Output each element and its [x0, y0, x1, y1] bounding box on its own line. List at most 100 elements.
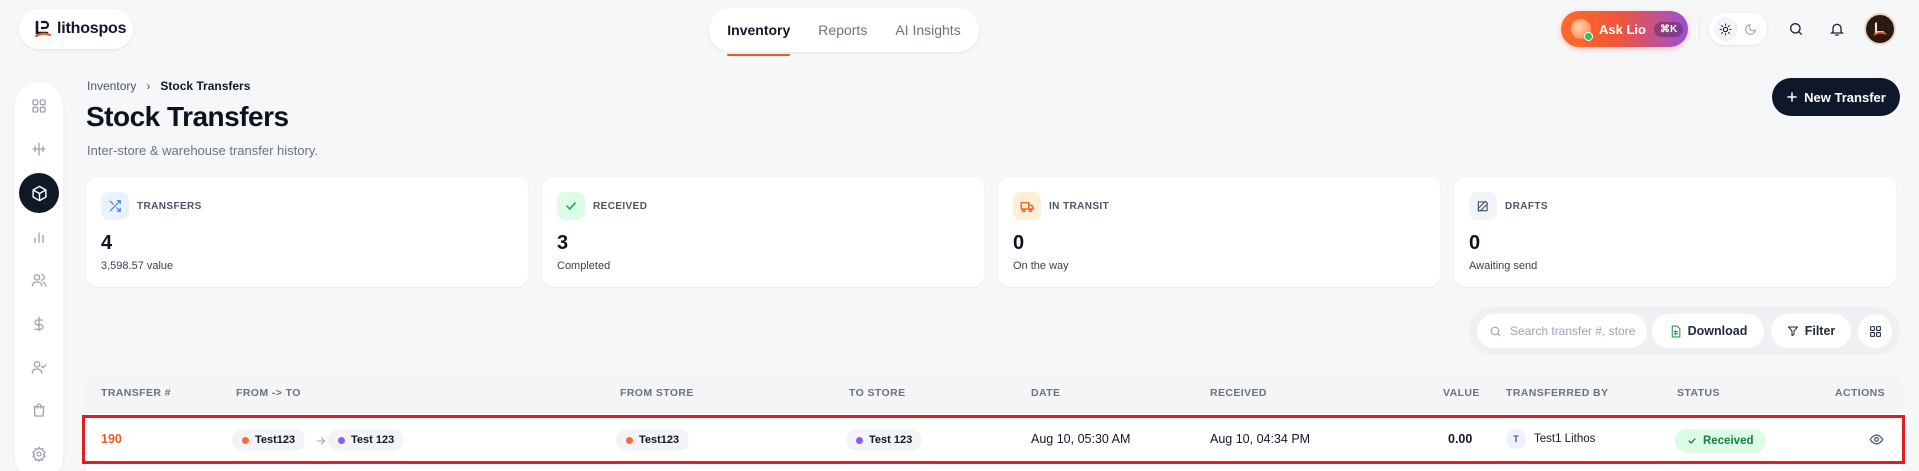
transfer-date: Aug 10, 05:30 AM: [1031, 432, 1131, 446]
stat-label: DRAFTS: [1505, 201, 1548, 212]
filter-button[interactable]: Filter: [1771, 314, 1851, 348]
header-divider: [1699, 18, 1700, 40]
breadcrumb-inventory[interactable]: Inventory: [87, 79, 136, 93]
received-date: Aug 10, 04:34 PM: [1210, 432, 1311, 446]
page-title: Stock Transfers: [86, 101, 289, 132]
status-label: Received: [1703, 435, 1754, 447]
sidebar-item-dashboard[interactable]: [19, 86, 59, 126]
stat-label: RECEIVED: [593, 201, 648, 212]
breadcrumb-current: Stock Transfers: [160, 79, 251, 93]
status-badge: Received: [1675, 429, 1766, 453]
to-store-chip: Test 123: [846, 429, 923, 451]
sidebar-item-inventory[interactable]: [19, 173, 59, 213]
sidebar-item-transfers[interactable]: [19, 129, 59, 169]
stat-icon-box: [1013, 192, 1041, 220]
stat-subtext: Completed: [557, 260, 611, 272]
column-header-transferred-by[interactable]: TRANSFERRED BY: [1506, 387, 1608, 399]
dark-mode-button[interactable]: [1739, 17, 1763, 41]
notifications-button[interactable]: [1825, 17, 1849, 41]
gear-icon: [32, 446, 46, 462]
column-header-from-store[interactable]: FROM STORE: [620, 387, 694, 399]
stat-card-received: RECEIVED 3 Completed: [542, 177, 984, 287]
column-header-from-to[interactable]: FROM -> TO: [236, 387, 301, 399]
lithospos-logo-icon: [34, 20, 52, 38]
from-dot: [242, 436, 249, 444]
search-button[interactable]: [1784, 17, 1808, 41]
sidebar-item-orders[interactable]: [19, 390, 59, 430]
view-button[interactable]: [1869, 432, 1884, 452]
transfers-table: TRANSFER # FROM -> TO FROM STORE TO STOR…: [82, 373, 1905, 471]
sidebar-item-finance[interactable]: [19, 304, 59, 344]
truck-icon: [1020, 201, 1034, 212]
dollar-icon: [34, 316, 44, 332]
transfer-icon: [32, 142, 46, 156]
sidebar-item-settings[interactable]: [19, 434, 59, 471]
bell-icon: [1830, 23, 1844, 36]
search-input[interactable]: [1510, 324, 1640, 338]
stat-subtext: On the way: [1013, 260, 1069, 272]
stat-label: TRANSFERS: [137, 201, 202, 212]
stat-value: 3: [557, 232, 569, 254]
search-icon: [1490, 326, 1501, 336]
stat-subtext: 3,598.57 value: [101, 260, 174, 272]
download-label: Download: [1687, 324, 1748, 338]
stat-icon-box: [557, 192, 585, 220]
from-chip: Test123: [232, 429, 306, 451]
theme-toggle: [1709, 13, 1767, 45]
ask-lio-shortcut: ⌘K: [1653, 21, 1684, 37]
grid-icon: [32, 99, 46, 113]
transfer-value: 0.00: [1448, 432, 1473, 446]
column-header-transfer-no[interactable]: TRANSFER #: [101, 387, 171, 399]
column-header-date[interactable]: DATE: [1031, 387, 1060, 399]
users-icon: [31, 274, 47, 287]
filter-icon: [1787, 326, 1798, 336]
search-box[interactable]: [1477, 314, 1647, 348]
top-nav: Inventory Reports AI Insights: [709, 8, 979, 56]
plus-icon: [1787, 92, 1797, 102]
stat-value: 0: [1013, 232, 1025, 254]
tab-inventory[interactable]: Inventory: [713, 8, 804, 56]
new-transfer-label: New Transfer: [1804, 89, 1886, 105]
stat-card-transfers: TRANSFERS 4 3,598.57 value: [86, 177, 528, 287]
shopping-bag-icon: [33, 403, 45, 417]
stat-value: 4: [101, 232, 113, 254]
tab-reports[interactable]: Reports: [804, 8, 881, 52]
breadcrumb: Inventory › Stock Transfers: [87, 79, 250, 93]
light-mode-button[interactable]: [1713, 17, 1738, 41]
transferred-by: T Test1 Lithos: [1506, 429, 1595, 449]
download-button[interactable]: Download: [1652, 314, 1764, 348]
search-icon: [1790, 23, 1802, 35]
sun-icon: [1719, 23, 1732, 35]
table-header: TRANSFER # FROM -> TO FROM STORE TO STOR…: [86, 373, 1901, 413]
column-header-to-store[interactable]: TO STORE: [849, 387, 906, 399]
box-icon: [31, 185, 47, 201]
eye-icon: [1869, 434, 1884, 445]
tab-ai-insights[interactable]: AI Insights: [881, 8, 974, 52]
stat-card-in-transit: IN TRANSIT 0 On the way: [998, 177, 1440, 287]
new-transfer-button[interactable]: New Transfer: [1772, 78, 1900, 116]
transfer-number[interactable]: 190: [101, 432, 122, 446]
user-avatar[interactable]: [1864, 13, 1896, 45]
sidebar-item-staff[interactable]: [19, 347, 59, 387]
check-icon: [1688, 438, 1696, 444]
sidebar-item-reports[interactable]: [19, 217, 59, 257]
ask-lio-label: Ask Lio: [1599, 21, 1646, 37]
to-store-dot: [856, 436, 863, 444]
stat-subtext: Awaiting send: [1469, 260, 1538, 272]
moon-icon: [1745, 23, 1757, 35]
ask-lio-button[interactable]: Ask Lio ⌘K: [1561, 11, 1688, 47]
view-toggle-button[interactable]: [1858, 314, 1892, 348]
sidebar-item-customers[interactable]: [19, 260, 59, 300]
table-toolbar: Download Filter: [1469, 307, 1900, 355]
to-chip: Test 123: [328, 429, 405, 451]
from-store-name: Test123: [639, 434, 680, 446]
shuffle-icon: [109, 200, 121, 212]
from-name: Test123: [255, 434, 296, 446]
from-store-chip: Test123: [616, 429, 690, 451]
table-row[interactable]: 190 Test123 Test 123 Test123 Test 123 Au…: [82, 415, 1905, 464]
brand-logo[interactable]: lithospos: [19, 9, 133, 49]
column-header-value[interactable]: VALUE: [1443, 387, 1480, 399]
column-header-actions: ACTIONS: [1835, 387, 1886, 399]
column-header-status[interactable]: STATUS: [1677, 387, 1720, 399]
column-header-received[interactable]: RECEIVED: [1210, 387, 1267, 399]
